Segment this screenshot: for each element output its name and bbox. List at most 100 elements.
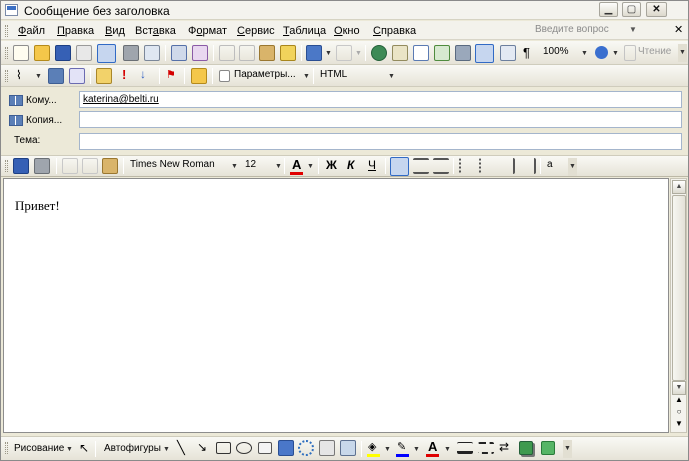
document-map-icon[interactable] xyxy=(500,45,516,61)
wordart-icon[interactable] xyxy=(278,440,294,456)
menu-file[interactable]: Файл xyxy=(18,25,45,37)
paste-icon[interactable] xyxy=(102,158,118,174)
italic-button[interactable]: К xyxy=(347,158,354,172)
body-text[interactable]: Привет! xyxy=(15,198,60,214)
show-formatting-icon[interactable]: ¶ xyxy=(523,45,530,60)
menu-tools[interactable]: Сервис xyxy=(237,25,275,37)
subject-field[interactable] xyxy=(79,133,682,150)
font-name-select[interactable]: Times New Roman xyxy=(130,159,215,170)
rectangle-icon[interactable] xyxy=(216,442,231,454)
line-icon[interactable]: ╲ xyxy=(177,440,185,456)
to-address[interactable]: katerina@belti.ru xyxy=(83,94,159,105)
scroll-up-button[interactable]: ▲ xyxy=(672,180,686,194)
redo-icon[interactable] xyxy=(336,45,352,61)
numbering-icon[interactable] xyxy=(459,158,475,174)
ask-question-input[interactable]: Введите вопрос xyxy=(535,24,627,38)
toolbar-options-icon[interactable]: ▼ xyxy=(568,158,577,176)
picture-icon[interactable] xyxy=(340,440,356,456)
menu-insert[interactable]: Вставка xyxy=(135,25,176,37)
follow-up-icon[interactable]: ⚑ xyxy=(166,68,176,81)
font-size-dropdown-icon[interactable]: ▼ xyxy=(275,163,282,170)
draw-menu-button[interactable]: Рисование xyxy=(14,443,64,454)
paste-icon[interactable] xyxy=(259,45,275,61)
cc-button[interactable]: Копия... xyxy=(9,112,62,128)
columns-icon[interactable] xyxy=(455,45,471,61)
fill-color-icon[interactable]: ◈ xyxy=(368,440,376,453)
research-icon[interactable] xyxy=(192,45,208,61)
align-center-icon[interactable] xyxy=(413,158,429,174)
low-importance-icon[interactable]: ↓ xyxy=(140,67,146,81)
hyperlink-icon[interactable] xyxy=(371,45,387,61)
font-size-select[interactable]: 12 xyxy=(245,159,256,170)
menu-window[interactable]: Окно xyxy=(334,25,360,37)
save-icon[interactable] xyxy=(13,158,29,174)
check-names-icon[interactable] xyxy=(69,68,85,84)
permission-icon[interactable] xyxy=(76,45,92,61)
decrease-indent-icon[interactable] xyxy=(499,158,515,174)
print-icon[interactable] xyxy=(34,158,50,174)
toolbar-options-icon[interactable]: ▼ xyxy=(563,440,572,458)
options-dropdown-icon[interactable]: ▼ xyxy=(303,73,310,80)
high-importance-icon[interactable]: ! xyxy=(122,67,126,82)
menu-edit[interactable]: Правка xyxy=(57,25,94,37)
browse-object-icon[interactable]: ○ xyxy=(673,407,685,417)
attach-dropdown-icon[interactable]: ▼ xyxy=(35,73,42,80)
options-icon[interactable] xyxy=(219,70,230,82)
autoshapes-button[interactable]: Автофигуры xyxy=(104,443,161,454)
vertical-scrollbar[interactable]: ▲ ▼ ▲ ○ ▼ xyxy=(670,178,687,433)
close-document-icon[interactable]: ✕ xyxy=(674,23,683,36)
folder-icon[interactable] xyxy=(191,68,207,84)
attach-icon[interactable]: ⌇ xyxy=(16,68,22,82)
align-right-icon[interactable] xyxy=(433,158,449,174)
shadow-style-icon[interactable] xyxy=(519,441,533,455)
drawing-toggle-icon[interactable] xyxy=(475,44,494,63)
font-name-dropdown-icon[interactable]: ▼ xyxy=(231,163,238,170)
send-icon[interactable] xyxy=(97,44,116,63)
change-case-icon[interactable]: a xyxy=(547,159,553,170)
fill-color-dropdown-icon[interactable]: ▼ xyxy=(384,446,391,453)
oval-icon[interactable] xyxy=(236,442,252,454)
to-button[interactable]: Кому... xyxy=(9,92,57,108)
undo-dropdown-icon[interactable]: ▼ xyxy=(325,50,332,57)
line-style-icon[interactable] xyxy=(457,442,473,454)
save-icon[interactable] xyxy=(55,45,71,61)
autoshapes-dropdown-icon[interactable]: ▼ xyxy=(163,446,170,453)
clip-art-icon[interactable] xyxy=(319,440,335,456)
ask-dropdown-icon[interactable]: ▼ xyxy=(629,25,637,34)
toolbar-options-icon[interactable]: ▼ xyxy=(678,44,687,62)
spelling-icon[interactable] xyxy=(171,45,187,61)
zoom-dropdown-icon[interactable]: ▼ xyxy=(581,50,588,57)
minimize-button[interactable]: ▁ xyxy=(599,2,618,17)
select-objects-icon[interactable]: ↖ xyxy=(79,441,89,455)
draw-font-color-icon[interactable]: A xyxy=(428,439,437,454)
menu-format[interactable]: Формат xyxy=(188,25,227,37)
redo-dropdown-icon[interactable]: ▼ xyxy=(355,50,362,57)
line-color-dropdown-icon[interactable]: ▼ xyxy=(413,446,420,453)
insert-table-icon[interactable] xyxy=(413,45,429,61)
print-icon[interactable] xyxy=(123,45,139,61)
bullets-icon[interactable] xyxy=(479,158,495,174)
reading-button[interactable]: Чтение xyxy=(638,46,671,57)
line-color-icon[interactable]: ✎ xyxy=(397,440,406,453)
format-dropdown-icon[interactable]: ▼ xyxy=(388,73,395,80)
message-format-select[interactable]: HTML xyxy=(320,69,347,80)
3d-style-icon[interactable] xyxy=(541,441,555,455)
to-field[interactable]: katerina@belti.ru xyxy=(79,91,682,108)
cut-icon[interactable] xyxy=(219,45,235,61)
font-color-icon[interactable]: A xyxy=(292,157,301,172)
maximize-button[interactable]: ▢ xyxy=(622,2,641,17)
insert-excel-icon[interactable] xyxy=(434,45,450,61)
draw-dropdown-icon[interactable]: ▼ xyxy=(66,446,73,453)
font-color-dropdown-icon[interactable]: ▼ xyxy=(307,163,314,170)
underline-button[interactable]: Ч xyxy=(368,158,376,172)
cc-field[interactable] xyxy=(79,111,682,128)
help-icon[interactable] xyxy=(595,46,608,59)
bold-button[interactable]: Ж xyxy=(326,158,337,172)
address-book-icon[interactable] xyxy=(48,68,64,84)
draw-font-color-dropdown-icon[interactable]: ▼ xyxy=(444,446,451,453)
message-body[interactable]: Привет! xyxy=(3,178,669,433)
new-icon[interactable] xyxy=(13,45,29,61)
zoom-select[interactable]: 100% xyxy=(543,46,569,57)
align-left-icon[interactable] xyxy=(390,157,409,176)
help-dropdown-icon[interactable]: ▼ xyxy=(612,50,619,57)
